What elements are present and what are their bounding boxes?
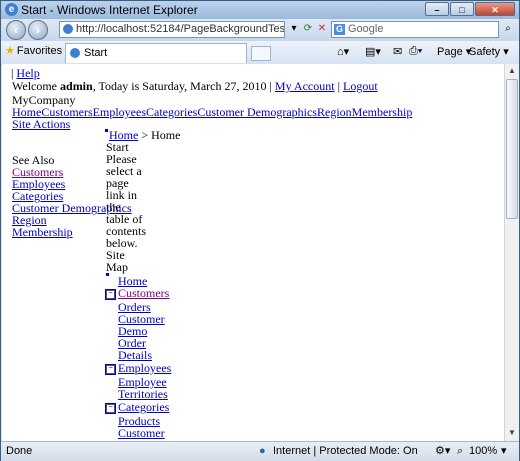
welcome-date: , Today is Saturday, March 27, 2010 |	[92, 79, 272, 93]
user-name: admin	[60, 79, 93, 93]
protected-mode-icon[interactable]: ⚙▾	[435, 445, 450, 458]
safety-menu[interactable]: Safety ▾	[469, 45, 509, 58]
browser-window: e Start - Windows Internet Explorer – □ …	[0, 0, 520, 461]
tree-categories-link[interactable]: Categories	[118, 400, 169, 414]
print-icon[interactable]: ⎙▾	[409, 45, 422, 58]
breadcrumb-marker-icon	[105, 129, 108, 132]
menu-membership[interactable]: Membership	[352, 105, 413, 119]
globe-icon: ●	[259, 445, 266, 457]
tab-start[interactable]: Start	[65, 43, 247, 63]
page-icon	[63, 24, 73, 34]
security-zone: Internet | Protected Mode: On	[273, 445, 418, 457]
page-menu-label: Page	[437, 46, 463, 58]
tree-customers-link[interactable]: Customers	[118, 286, 169, 300]
status-text: Done	[6, 445, 33, 457]
page-menu[interactable]: Page ▾	[437, 45, 471, 58]
refresh-icon[interactable]: ⟳	[301, 22, 315, 36]
page-content: | Help Welcome admin, Today is Saturday,…	[2, 64, 504, 441]
zoom-icon[interactable]: ⌕	[457, 445, 463, 458]
scroll-up-icon[interactable]: ▲	[506, 64, 518, 78]
mail-icon[interactable]: ✉	[393, 45, 402, 58]
ie-logo-icon: e	[5, 3, 18, 16]
my-account-link[interactable]: My Account	[275, 79, 335, 93]
new-tab-button[interactable]	[251, 46, 271, 61]
breadcrumb-current: > Home	[138, 128, 181, 142]
zoom-dropdown-icon[interactable]: ▾	[501, 445, 507, 458]
welcome-row: Welcome admin, Today is Saturday, March …	[12, 79, 378, 93]
safety-menu-label: Safety	[469, 46, 501, 58]
home-icon[interactable]: ⌂▾	[337, 45, 349, 58]
title-bar: e Start - Windows Internet Explorer – □ …	[1, 1, 519, 19]
menu-employees[interactable]: Employees	[93, 105, 146, 119]
star-icon: ★	[5, 45, 15, 57]
feeds-icon[interactable]: ▤▾	[365, 45, 381, 58]
collapse-icon[interactable]: −	[105, 363, 116, 375]
search-provider-label: Google	[348, 23, 384, 35]
search-go-icon[interactable]: ⌕	[501, 22, 515, 36]
menu-region[interactable]: Region	[317, 105, 352, 119]
maximize-button[interactable]: □	[450, 2, 474, 16]
collapse-icon[interactable]: −	[105, 288, 116, 300]
minimize-button[interactable]: –	[425, 2, 449, 16]
main-menu: HomeCustomersEmployeesCategoriesCustomer…	[12, 106, 412, 119]
status-bar: Done ● Internet | Protected Mode: On ⚙▾ …	[1, 441, 519, 461]
favorites-button[interactable]: ★ Favorites	[5, 44, 62, 57]
favorites-bar: ★ Favorites Start ⌂▾ ▤▾ ✉ ⎙▾ Page ▾ Safet…	[1, 41, 519, 65]
search-input[interactable]: G Google	[331, 21, 499, 38]
vertical-scrollbar[interactable]: ▲ ▼	[504, 64, 519, 441]
window-title: Start - Windows Internet Explorer	[21, 3, 198, 17]
tab-label: Start	[84, 47, 108, 59]
menu-categories[interactable]: Categories	[146, 105, 197, 119]
scroll-thumb[interactable]	[506, 79, 518, 219]
address-bar-row: ‹ › http://localhost:52184/PageBackgroun…	[1, 19, 519, 41]
see-also-membership[interactable]: Membership	[12, 226, 73, 239]
close-window-button[interactable]: ✕	[475, 2, 515, 16]
address-dropdown-icon[interactable]: ▾	[287, 22, 301, 36]
logout-link[interactable]: Logout	[343, 79, 378, 93]
ie-tab-icon	[70, 48, 80, 58]
tree-marker-icon	[106, 273, 109, 276]
back-button[interactable]: ‹	[6, 20, 26, 40]
tree-customer-link[interactable]: Customer	[118, 427, 165, 440]
google-icon: G	[334, 24, 345, 35]
help-link[interactable]: Help	[16, 66, 39, 80]
welcome-text: Welcome	[12, 79, 61, 93]
tree-node-categories: − Categories	[105, 400, 169, 414]
scroll-down-icon[interactable]: ▼	[506, 426, 518, 440]
address-url: http://localhost:52184/PageBackgroundTes…	[76, 23, 285, 35]
collapse-icon[interactable]: −	[105, 402, 116, 414]
menu-customer-demographics[interactable]: Customer Demographics	[197, 105, 317, 119]
site-actions-link[interactable]: Site Actions	[12, 118, 70, 131]
address-input[interactable]: http://localhost:52184/PageBackgroundTes…	[59, 21, 285, 38]
site-actions-label: Site Actions	[12, 117, 71, 131]
forward-button[interactable]: ›	[28, 20, 48, 40]
tree-employees-link[interactable]: Employees	[118, 361, 171, 375]
tree-node-employees: − Employees	[105, 361, 171, 375]
site-map-heading: Map	[106, 260, 128, 274]
tree-node-customers: − Customers	[105, 286, 169, 300]
favorites-label: Favorites	[16, 45, 63, 57]
stop-icon[interactable]: ✕	[315, 22, 329, 36]
zoom-level[interactable]: 100%	[469, 445, 497, 458]
